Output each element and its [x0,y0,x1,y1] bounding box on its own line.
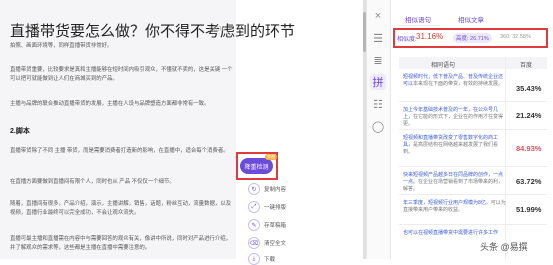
paragraph-3[interactable]: 主播与品牌的联合推动直播带货的发展，主播在人设与品牌塑造方面都非常有一致。 [10,100,236,109]
copy-content-label: 复制内容 [264,187,287,193]
format-button[interactable]: ⤢ 一键排版 [248,201,286,213]
column-header-baidu: 百度 [520,63,533,69]
table-row-4-text[interactable]: 快来短视频产品越多日在同品牌的创作，一点一点。在企业在场营销看到了市场带来的利，… [403,172,507,193]
table-row-4-percent: 63.72% [516,177,542,186]
row-rest-text: 在企业在场营销看到了市场带来的利，解答。 [403,179,504,192]
row-divider [399,101,547,102]
similarity-chip-source-1[interactable]: 高度: 26.71% [453,33,492,43]
row-rest-text: 是高层结构在网络越来越发展了我们看到。 [403,142,499,155]
format-label: 一键排版 [264,205,287,211]
tab-similar-sentences[interactable]: 相似语句 [405,14,431,24]
save-draft-label: 存草稿箱 [264,223,287,229]
free-badge: 免费 [265,154,277,160]
table-row-5-percent: 51.99% [516,205,542,214]
detect-button[interactable]: 降重检测 [240,158,273,174]
document-icon[interactable]: ≣ [370,52,386,68]
column-header-sentence: 相同语句 [431,63,456,69]
results-table-header: 相同语句 百度 [399,57,547,69]
row-divider [399,129,547,130]
clear-all-button[interactable]: ⌫ 清空全文 [248,237,286,249]
clear-all-label: 清空全文 [264,241,287,247]
paragraph-6[interactable]: 随着，直播间有很多，产品介绍，演示，主播讲解，销售，话题，粉丝互动，流量数据，以… [10,200,236,218]
table-row-3-text[interactable]: 短视频和直播带货改变了零售数字化的商工具，是高层结构在网络越来越发展了我们看到。 [403,135,507,156]
copy-icon: ↻ [248,183,260,195]
table-row-1-text[interactable]: 短视频时代，低下普及产品、普及传统企业还可以本来现在下面的带货，有效的持续发展。 [403,74,507,88]
download-icon: ⤓ [248,253,260,265]
row-rest-text: 本来现在下面的带货，有效的持续发展。 [413,81,504,87]
table-row-6-text[interactable]: 也可以在视频直播带货中需要进行许多工作 [403,230,507,237]
row-rest-text: 在它能的形式下，企业在的作用才在变得更。 [403,114,504,127]
table-row-1-percent: 35.43% [516,84,542,93]
table-row-5-text[interactable]: 年三季度，短视频行业用户规模为8亿，可以为直接带来用户带来的收益。 [403,200,507,214]
similarity-chip-source-2[interactable]: 360: 32.58% [500,34,531,40]
similarity-check-icon[interactable]: 拼 [370,74,386,90]
row-source-text: 也可以在视频直播带货中需要进行许多工作 [403,230,499,236]
tab-similar-articles[interactable]: 相似文章 [458,14,484,24]
similarity-value: 31.16% [416,32,444,41]
paragraph-4[interactable]: 直播带货除了不同 主播 带货，而是需要消费者打造新的影响，在直播中，适合每个消费… [10,147,236,156]
panel-toolbar: × ☰ ≣ 拼 ☷ ◯ [366,0,391,259]
download-label: 下载 [264,257,276,263]
close-icon[interactable]: × [370,8,386,24]
circle-icon[interactable]: ◯ [370,118,386,134]
copy-content-button[interactable]: ↻ 复制内容 [248,183,286,195]
table-row-2-text[interactable]: 加上今年基础技术普及的一年，在公众号几上，在它能的形式下，企业在的作用才在变得更… [403,107,507,128]
title-word-count: 19/30 [208,26,226,33]
paragraph-5[interactable]: 在直播方面要做到直播间有限个人，同时也从 产品 不仅仅一个细节。 [10,178,236,187]
row-divider [399,194,547,195]
download-button[interactable]: ⤓ 下载 [248,253,275,265]
watermark: 头条 @易撰 [480,242,528,252]
clear-icon: ⌫ [248,237,260,249]
table-row-3-percent: 84.93% [516,144,542,153]
paragraph-7[interactable]: 直播可最主播和直播需在内容中与需要回答的观众有关，像讲中所说，同时对产品进行介绍… [10,235,236,253]
tab-divider [400,25,440,26]
table-row-2-percent: 21.24% [516,111,542,120]
format-icon: ⤢ [248,201,260,213]
grid-icon[interactable]: ☷ [370,96,386,112]
paragraph-2[interactable]: 直播带货重要，比较要求是真和主播能够在短时间内吸引观众，不懂就不卖的，这是关键 … [10,66,236,84]
row-source-text: 年三季度，短视频行业用户规模为8亿， [403,200,491,206]
section-heading[interactable]: 2.脚本 [10,126,30,136]
detect-button-label: 降重检测 [244,164,269,171]
paragraph-1[interactable]: 拍照、画面环境等，同样直播带货非常好。 [10,42,236,51]
list-icon[interactable]: ☰ [370,30,386,46]
row-divider [399,224,547,225]
save-draft-button[interactable]: ✎ 存草稿箱 [248,219,286,231]
row-divider [399,166,547,167]
similarity-label: 相似度: [397,37,417,43]
document-title[interactable]: 直播带货要怎么做？你不得不考虑到的环节 [10,20,295,41]
save-draft-icon: ✎ [248,219,260,231]
